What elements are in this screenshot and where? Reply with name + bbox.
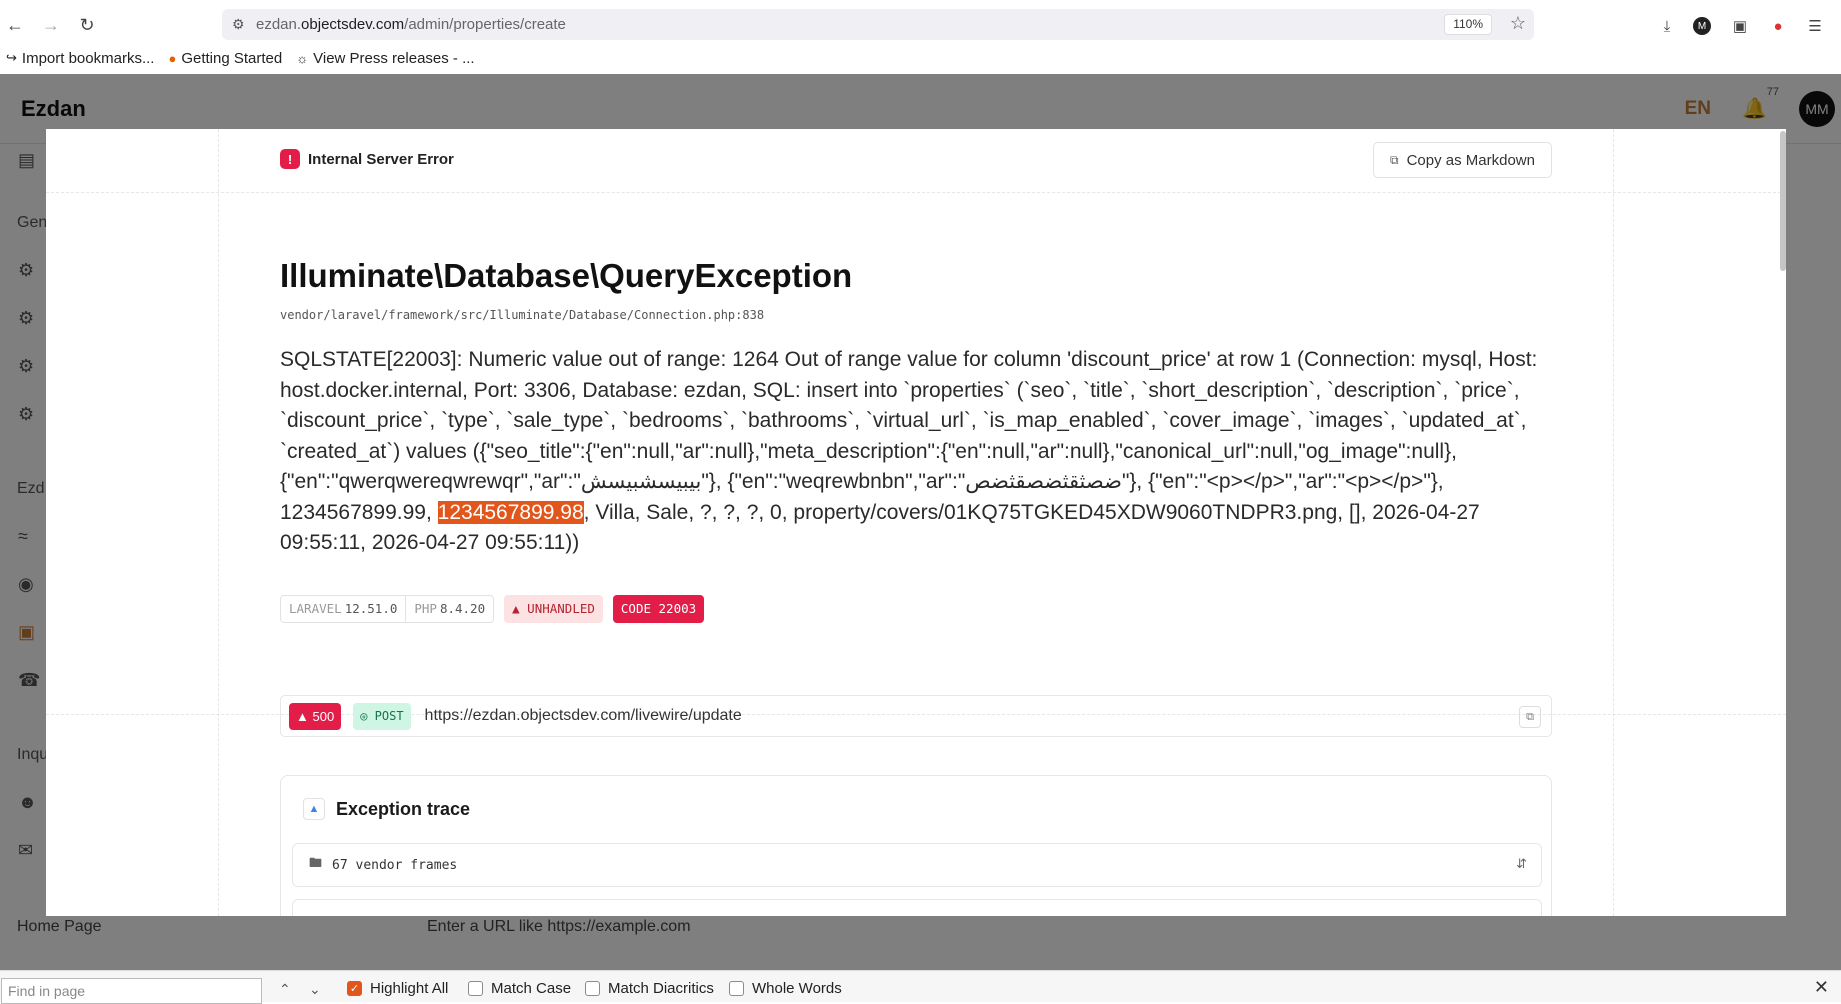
- match-case-checkbox[interactable]: Match Case: [468, 980, 571, 997]
- url-row: ← → ↻ ⚙ ezdan.objectsdev.com/admin/prope…: [0, 4, 1841, 44]
- checkbox-icon: [729, 981, 744, 996]
- site-info-icon[interactable]: ⚙: [232, 16, 245, 33]
- scrollbar[interactable]: [1780, 131, 1786, 271]
- extension-color-icon[interactable]: ●: [1767, 15, 1789, 37]
- unhandled-badge: ▲ UNHANDLED: [504, 595, 603, 623]
- match-diacritics-checkbox[interactable]: Match Diacritics: [585, 980, 714, 997]
- bookmarks-bar: ↪ Import bookmarks... ● Getting Started ☼ V…: [0, 46, 483, 70]
- whole-words-checkbox[interactable]: Whole Words: [729, 980, 842, 997]
- bookmark-press-releases[interactable]: ☼ View Press releases - ...: [296, 50, 474, 67]
- guide-line: [218, 129, 219, 916]
- checkbox-checked-icon: ✓: [347, 981, 362, 996]
- error-header-title: Internal Server Error: [308, 150, 454, 168]
- trace-header: ▲ Exception trace: [303, 798, 470, 820]
- warning-icon: ▲: [303, 798, 325, 820]
- url-text[interactable]: ezdan.objectsdev.com/admin/properties/cr…: [256, 16, 566, 33]
- bookmark-label: View Press releases - ...: [313, 49, 475, 67]
- find-bar: Find in page ⌃ ⌄ ✓ Highlight All Match Ca…: [0, 970, 1841, 1004]
- status-code: 500: [312, 708, 335, 724]
- forward-icon[interactable]: →: [37, 11, 65, 39]
- copy-as-markdown-button[interactable]: ⧉ Copy as Markdown: [1373, 142, 1552, 178]
- find-next-icon[interactable]: ⌄: [309, 981, 321, 998]
- option-label: Match Diacritics: [608, 980, 714, 997]
- find-previous-icon[interactable]: ⌃: [279, 981, 291, 998]
- guide-line: [1613, 129, 1614, 916]
- laravel-version: LARAVEL 12.51.0: [281, 596, 405, 622]
- warning-icon: ▲: [512, 601, 520, 616]
- globe-icon: ☼: [296, 50, 309, 66]
- php-version: PHP 8.4.20: [405, 596, 493, 622]
- vendor-frames-label: 67 vendor frames: [332, 857, 458, 873]
- url-path: /admin/properties/create: [404, 16, 566, 33]
- checkbox-icon: [468, 981, 483, 996]
- copy-button-label: Copy as Markdown: [1406, 151, 1535, 169]
- tag-label: LARAVEL: [289, 601, 342, 616]
- error-header: ! Internal Server Error: [280, 149, 454, 169]
- trace-frame[interactable]: [292, 899, 1542, 916]
- zoom-indicator[interactable]: 110%: [1444, 14, 1492, 35]
- downloads-icon[interactable]: ⤓: [1656, 15, 1678, 37]
- close-icon[interactable]: ✕: [1814, 977, 1829, 998]
- chevron-up-down-icon: ⇵: [1516, 856, 1527, 871]
- exception-class: Illuminate\Database\QueryException: [280, 257, 853, 294]
- option-label: Highlight All: [370, 980, 449, 997]
- exception-file[interactable]: vendor/laravel/framework/src/Illuminate/…: [280, 308, 764, 322]
- tag-label: PHP: [414, 601, 437, 616]
- trace-title: Exception trace: [336, 798, 471, 819]
- tag-value: 12.51.0: [344, 601, 398, 616]
- exception-message: SQLSTATE[22003]: Numeric value out of ra…: [280, 345, 1550, 559]
- highlight-all-checkbox[interactable]: ✓ Highlight All: [347, 980, 448, 997]
- globe-icon: ◎: [360, 709, 375, 723]
- exception-trace-panel: ▲ Exception trace 🖿 67 vendor frames ⇵: [280, 775, 1552, 916]
- find-highlight: 1234567899.98: [437, 500, 584, 524]
- bookmark-star-icon[interactable]: ☆: [1510, 13, 1526, 34]
- url-prefix: ezdan.: [256, 16, 302, 33]
- copy-icon: ⧉: [1390, 152, 1399, 167]
- request-url[interactable]: https://ezdan.objectsdev.com/livewire/up…: [425, 707, 742, 725]
- alert-icon: !: [280, 149, 300, 169]
- bookmark-import[interactable]: ↪ Import bookmarks...: [6, 50, 154, 67]
- badge-label: UNHANDLED: [527, 601, 595, 616]
- tag-value: 8.4.20: [439, 601, 486, 616]
- import-icon: ↪: [6, 50, 17, 65]
- reload-icon[interactable]: ↻: [73, 11, 101, 39]
- option-label: Whole Words: [752, 980, 842, 997]
- address-bar[interactable]: ⚙ ezdan.objectsdev.com/admin/properties/…: [222, 9, 1534, 40]
- firefox-icon: ●: [168, 50, 177, 66]
- guide-line: [46, 192, 1786, 193]
- warning-icon: ▲: [296, 708, 313, 724]
- bookmark-label: Getting Started: [181, 49, 283, 67]
- bookmark-label: Import bookmarks...: [21, 49, 155, 67]
- find-input[interactable]: Find in page: [1, 978, 262, 1004]
- version-tags: LARAVEL 12.51.0 PHP 8.4.20: [280, 595, 495, 623]
- vendor-frames-toggle[interactable]: 🖿 67 vendor frames ⇵: [292, 843, 1542, 887]
- browser-toolbar: ← → ↻ ⚙ ezdan.objectsdev.com/admin/prope…: [0, 0, 1841, 74]
- back-icon[interactable]: ←: [1, 11, 29, 39]
- error-code-badge: CODE 22003: [612, 595, 705, 623]
- menu-icon[interactable]: ☰: [1804, 15, 1826, 37]
- folder-icon: 🖿: [309, 855, 323, 870]
- account-icon[interactable]: M: [1693, 17, 1711, 35]
- extensions-icon[interactable]: ▣: [1729, 15, 1751, 37]
- copy-icon[interactable]: ⧉: [1519, 706, 1541, 728]
- method-label: POST: [374, 709, 404, 723]
- error-modal: ! Internal Server Error ⧉ Copy as Markdo…: [46, 129, 1786, 916]
- option-label: Match Case: [491, 980, 572, 997]
- request-bar: ▲ 500 ◎ POST https://ezdan.objectsdev.co…: [280, 695, 1552, 737]
- status-badge: ▲ 500: [289, 702, 342, 730]
- checkbox-icon: [585, 981, 600, 996]
- url-host: objectsdev.com: [301, 16, 405, 33]
- message-text: SQLSTATE[22003]: Numeric value out of ra…: [280, 348, 1538, 524]
- environment-tags: LARAVEL 12.51.0 PHP 8.4.20 ▲ UNHANDLED COD…: [280, 595, 705, 623]
- method-badge: ◎ POST: [353, 702, 411, 730]
- bookmark-getting-started[interactable]: ● Getting Started: [168, 50, 282, 67]
